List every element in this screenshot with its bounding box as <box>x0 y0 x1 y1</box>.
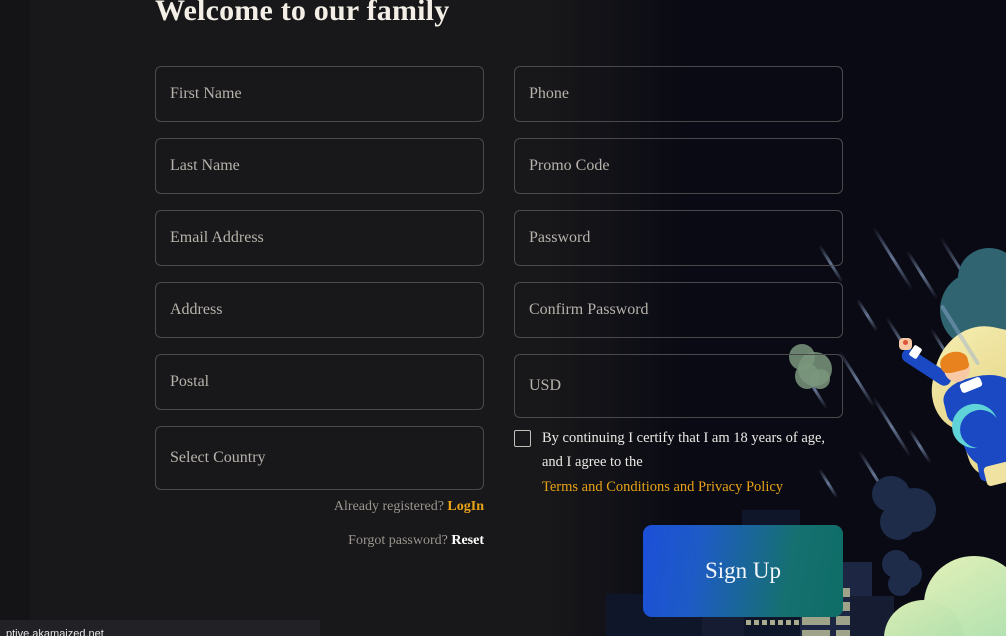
terms-text-wrap: By continuing I certify that I am 18 yea… <box>542 426 844 498</box>
already-registered-line: Already registered? LogIn <box>155 498 484 516</box>
signup-page: Welcome to our family Select Country Alr… <box>0 0 1006 636</box>
already-registered-label: Already registered? <box>333 499 444 514</box>
terms-checkbox[interactable] <box>514 430 531 447</box>
currency-select[interactable]: USD <box>514 354 843 418</box>
signup-button[interactable]: Sign Up <box>643 525 843 617</box>
currency-select-value: USD <box>529 377 562 394</box>
terms-block: By continuing I certify that I am 18 yea… <box>514 426 854 498</box>
form-column-right: USD <box>514 66 843 434</box>
reset-link[interactable]: Reset <box>451 533 484 548</box>
terms-and-privacy-link[interactable]: Terms and Conditions and Privacy Policy <box>542 476 844 498</box>
browser-status-bar: ptive.akamaized.net <box>0 620 320 636</box>
address-input[interactable] <box>155 282 484 338</box>
last-name-input[interactable] <box>155 138 484 194</box>
forgot-password-line: Forgot password? Reset <box>155 532 484 550</box>
country-select-value: Select Country <box>170 449 266 466</box>
status-bar-url: ptive.akamaized.net <box>6 628 104 636</box>
postal-input[interactable] <box>155 354 484 410</box>
login-link[interactable]: LogIn <box>447 499 484 514</box>
password-input[interactable] <box>514 210 843 266</box>
forgot-password-label: Forgot password? <box>348 533 448 548</box>
phone-input[interactable] <box>514 66 843 122</box>
aux-links: Already registered? LogIn Forgot passwor… <box>155 498 484 566</box>
terms-text: By continuing I certify that I am 18 yea… <box>542 430 826 470</box>
email-input[interactable] <box>155 210 484 266</box>
confirm-password-input[interactable] <box>514 282 843 338</box>
page-title: Welcome to our family <box>155 0 450 27</box>
terms-row: By continuing I certify that I am 18 yea… <box>514 426 854 498</box>
form-column-left: Select Country Already registered? LogIn… <box>155 66 484 548</box>
signup-form-region: Welcome to our family Select Country Alr… <box>0 0 1006 636</box>
country-select[interactable]: Select Country <box>155 426 484 490</box>
promo-code-input[interactable] <box>514 138 843 194</box>
first-name-input[interactable] <box>155 66 484 122</box>
